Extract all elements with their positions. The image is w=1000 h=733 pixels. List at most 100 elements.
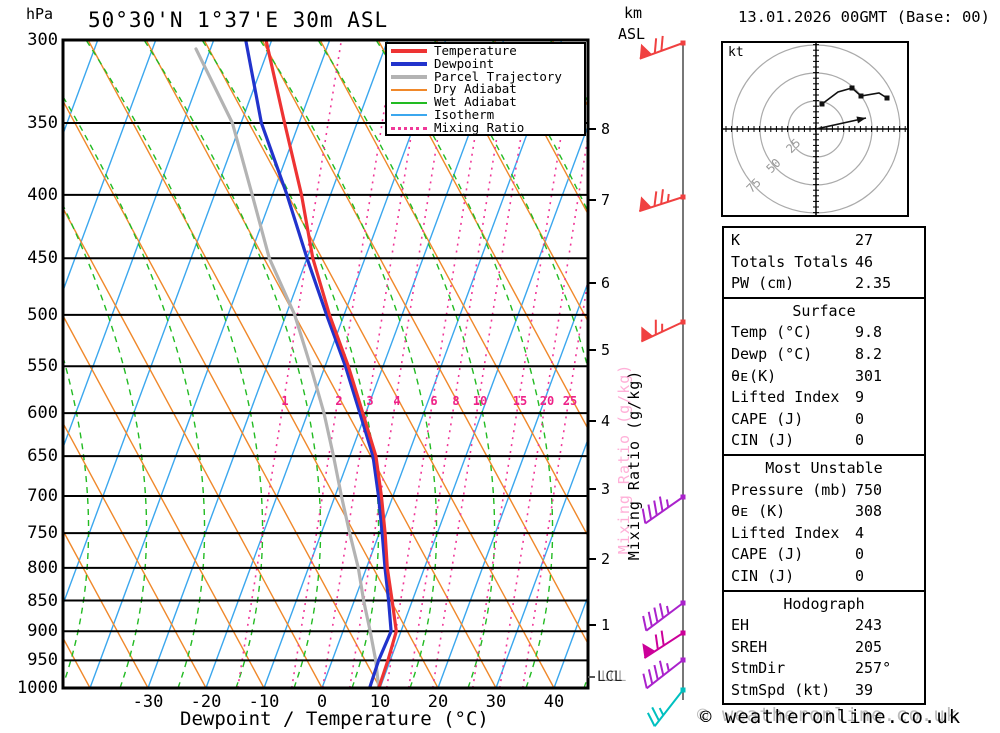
table-row-label: CIN (J) xyxy=(731,431,795,450)
table-row-label: CAPE (J) xyxy=(731,545,804,564)
table-row: StmSpd (kt) 39 xyxy=(724,680,924,702)
isotherm-line xyxy=(89,40,331,688)
hodograph-panel: 255075 xyxy=(722,42,908,216)
mixing-ratio-line xyxy=(385,40,492,688)
legend-swatch-isotherm xyxy=(391,114,427,117)
legend-label: Mixing Ratio xyxy=(434,119,525,135)
temp-tick-label: 30 xyxy=(485,692,507,712)
pressure-tick-label: 950 xyxy=(27,650,58,671)
isotherm-line xyxy=(263,40,505,688)
pressure-tick-label: 450 xyxy=(27,248,58,269)
table-row-label: K xyxy=(731,231,741,249)
wet-adiabat-line xyxy=(491,40,588,214)
km-unit-label: km xyxy=(624,4,643,22)
pressure-tick-label: 300 xyxy=(27,30,58,50)
barb-level-marker xyxy=(680,40,686,46)
barb-shaft xyxy=(645,602,684,632)
table-row: Pressure (mb) 750 xyxy=(724,480,924,502)
barb-flag xyxy=(639,43,652,59)
parcel-trajectory-curve xyxy=(194,47,381,688)
barb-tick-half xyxy=(665,499,670,508)
wind-barb xyxy=(641,494,686,525)
legend: Temperature Dewpoint Parcel Trajectory Dry … xyxy=(385,42,586,136)
legend-swatch-mixing-ratio xyxy=(391,126,427,130)
table-row-value: 9.8 xyxy=(855,323,883,342)
pressure-tick-label: 600 xyxy=(27,403,58,424)
table-row-value: 9 xyxy=(855,388,865,407)
sounding-curves xyxy=(194,40,398,688)
legend-item: Mixing Ratio xyxy=(387,119,584,135)
barb-shaft xyxy=(653,689,684,727)
barb-tick-full xyxy=(658,603,665,619)
table-row: CAPE (J) 0 xyxy=(724,544,924,566)
pressure-unit-label: hPa xyxy=(26,5,54,23)
sounding-page: { "header": { "pressure_unit": "hPa", "t… xyxy=(0,0,1000,733)
temp-tick-label: -30 xyxy=(132,692,164,712)
temp-tick-label: -10 xyxy=(248,692,280,712)
barb-tick-full xyxy=(660,35,664,51)
table-row: θᴇ (K) 308 xyxy=(724,501,924,523)
table-row-value: 46 xyxy=(855,252,874,271)
station-title: 50°30'N 1°37'E 30m ASL xyxy=(88,8,389,32)
table-row-value: 27 xyxy=(855,231,874,249)
wind-barb xyxy=(640,319,686,343)
table-row: PW (cm) 2.35 xyxy=(724,273,924,295)
wind-barb xyxy=(639,35,686,60)
barb-tick-half xyxy=(666,663,670,672)
table-section: Most Unstable Pressure (mb) 750 θᴇ (K) 308 Li… xyxy=(722,453,926,592)
mixing-ratio-value-label: 2 xyxy=(335,394,343,408)
table-row-label: CAPE (J) xyxy=(731,409,804,428)
barb-shaft xyxy=(643,632,684,659)
asl-unit-label: ASL xyxy=(618,25,646,43)
wet-adiabat-line xyxy=(549,40,588,104)
pressure-tick-label: 900 xyxy=(27,621,58,642)
table-row-label: θᴇ (K) xyxy=(731,502,786,521)
wind-barb xyxy=(642,600,686,632)
km-tick-label: 5 xyxy=(601,341,611,359)
table-row-label: EH xyxy=(731,616,750,635)
dry-adiabat-line xyxy=(203,40,555,688)
isotherm-line xyxy=(205,40,447,688)
table-row-value: 257° xyxy=(855,659,892,678)
table-row: Lifted Index 4 xyxy=(724,523,924,545)
table-row: SREH 205 xyxy=(724,637,924,659)
table-row-value: 4 xyxy=(855,523,865,542)
barb-tick-full xyxy=(654,634,659,650)
pressure-tick-label: 800 xyxy=(27,557,58,578)
barb-tick-full xyxy=(660,630,665,646)
barb-level-marker xyxy=(680,600,686,606)
table-row-value: 205 xyxy=(855,637,883,656)
barb-tick-full xyxy=(658,660,665,676)
barb-tick-full xyxy=(646,712,656,727)
dry-adiabat-line xyxy=(87,40,439,688)
legend-swatch-wet-adiabat xyxy=(391,101,427,104)
barb-tick-full xyxy=(641,508,647,524)
hodograph-unit-label: kt xyxy=(728,45,744,60)
table-row: CAPE (J) 0 xyxy=(724,409,924,431)
table-row-label: Temp (°C) xyxy=(731,323,813,342)
table-row: θᴇ(K) 301 xyxy=(724,366,924,388)
mixing-ratio-value-label: 3 xyxy=(366,394,374,408)
barb-level-marker xyxy=(680,657,686,663)
table-row-label: Dewp (°C) xyxy=(731,344,813,363)
mixing-ratio-value-label: 8 xyxy=(452,394,460,408)
barb-tick-full xyxy=(660,189,664,205)
temp-tick-label: 10 xyxy=(369,692,391,712)
table-row-label: CIN (J) xyxy=(731,566,795,585)
mixing-ratio-value-label: 25 xyxy=(562,394,578,408)
mixing-ratio-value-label: 20 xyxy=(539,394,555,408)
legend-swatch-dry-adiabat xyxy=(391,88,427,91)
dry-adiabat-line xyxy=(63,99,381,688)
pressure-tick-label: 400 xyxy=(27,184,58,205)
barb-shaft xyxy=(644,496,684,525)
table-row-value: 0 xyxy=(855,566,865,585)
table-section: K 27 Totals Totals 46 PW (cm) 2.35 xyxy=(722,226,926,299)
wind-barb xyxy=(642,657,686,690)
table-section: Hodograph EH 243 SREH 205 StmDir 257° StmSpd (k… xyxy=(722,589,926,706)
hodograph-trace-marker xyxy=(884,95,890,101)
barb-tick-full xyxy=(653,191,658,207)
table-row-label: Totals Totals xyxy=(731,252,849,271)
table-row-value: 8.2 xyxy=(855,344,883,363)
table-row-value: 750 xyxy=(855,480,883,499)
table-row-value: 2.35 xyxy=(855,274,892,293)
